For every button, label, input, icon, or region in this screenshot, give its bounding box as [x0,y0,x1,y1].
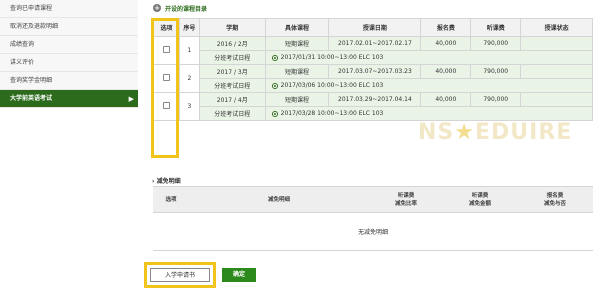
table-header-row: 选项 序号 学期 具体课程 授课日期 报名费 听课费 授课状态 [153,18,593,37]
col-header-discount-detail: 减免明细 [189,186,369,213]
exam-schedule-text: 2017/03/06 10:00~13:00 ELC 103 [280,82,384,89]
col-header-number: 序号 [178,18,200,37]
watermark-logo: NS★EDUIRE [418,120,573,145]
row-checkbox[interactable] [162,74,170,81]
col-header-dates: 授课日期 [328,18,422,37]
col-header-term: 学期 [198,18,266,37]
exam-schedule-text: 2017/03/28 10:00~13:00 ELC 103 [280,110,384,117]
discount-title-text: 减免明细 [156,178,181,185]
col-header-option: 选项 [153,186,189,213]
col-header-tuition-discount-rate: 听课费 减免比率 [369,186,443,213]
sidebar-item-label: 大学前英语考试 [10,95,53,102]
main-content: + 开设的课程目录 选项 序号 学期 具体课程 授课日期 报名费 听课费 授课状… [148,0,598,294]
sidebar-item-applied-courses[interactable]: 查询已申请课程 [0,0,138,18]
row-status [520,36,593,51]
exam-schedule-label: 分班考试日程 [198,106,266,121]
row-course: 短期课程 [264,36,330,51]
row-course: 短期课程 [264,64,330,79]
row-reg-fee: 40,000 [420,36,472,51]
table-row: 无减免明细 [153,212,593,251]
row-number: 3 [178,92,200,121]
table-row: 1 2016 / 2月 短期课程 2017.02.01~2017.02.17 4… [153,36,593,65]
col-header-status: 授课状态 [520,18,593,37]
application-form-button[interactable]: 入学申请书 [150,268,210,282]
confirm-button[interactable]: 确定 [222,268,256,282]
row-term: 2016 / 2月 [198,36,266,51]
row-number: 1 [178,36,200,65]
row-checkbox[interactable] [162,46,170,53]
row-reg-fee: 40,000 [420,64,472,79]
radio-button[interactable] [271,54,278,61]
course-table: 选项 序号 学期 具体课程 授课日期 报名费 听课费 授课状态 1 2016 /… [153,18,594,121]
row-tuition: 790,000 [470,64,522,79]
sidebar-item-grades[interactable]: 成绩查询 [0,36,138,54]
row-course: 短期课程 [264,92,330,107]
table-row: 2 2017 / 3月 短期课程 2017.03.07~2017.03.23 4… [153,64,593,93]
discount-table: 选项 减免明细 听课费 减免比率 听课费 减免金额 报名费 减免与否 无减免明细 [153,186,593,251]
row-term: 2017 / 3月 [198,64,266,79]
row-select-cell [153,64,180,93]
sidebar: 查询已申请课程 取消还及退款明细 成绩查询 讲义评价 查询奖学金明细 大学前英语… [0,0,138,294]
row-status [520,64,593,79]
action-bar: 入学申请书 确定 [144,262,390,288]
row-tuition: 790,000 [470,92,522,107]
row-number: 2 [178,64,200,93]
sidebar-item-lecture-evaluation[interactable]: 讲义评价 [0,54,138,72]
row-reg-fee: 40,000 [420,92,472,107]
section-title: 开设的课程目录 [165,5,208,13]
row-select-cell [153,92,180,121]
table-row: 3 2017 / 4月 短期课程 2017.03.29~2017.04.14 4… [153,92,593,121]
exam-schedule-text: 2017/01/31 10:00~13:00 ELC 103 [280,54,384,61]
chevron-right-icon: › [152,178,155,185]
col-header-reg-fee: 报名费 [420,18,472,37]
exam-schedule-row: 分班考试日程 2017/03/28 10:00~13:00 ELC 103 [154,106,594,121]
sidebar-item-pre-university-english-exam[interactable]: 大学前英语考试 ▶ [0,90,138,108]
row-tuition: 790,000 [470,36,522,51]
col-header-course: 具体课程 [264,18,330,37]
row-checkbox[interactable] [162,102,170,109]
chevron-right-icon: ▶ [128,95,134,103]
sidebar-item-scholarship[interactable]: 查询奖学金明细 [0,72,138,90]
table-header-row: 选项 减免明细 听课费 减免比率 听课费 减免金额 报名费 减免与否 [153,186,593,213]
exam-schedule-option[interactable]: 2017/01/31 10:00~13:00 ELC 103 [264,50,594,65]
col-header-reg-fee-waiver: 报名费 减免与否 [517,186,593,213]
radio-button[interactable] [271,82,278,89]
sidebar-item-cancellation-refund[interactable]: 取消还及退款明细 [0,18,138,36]
exam-schedule-option[interactable]: 2017/03/06 10:00~13:00 ELC 103 [264,78,594,93]
row-term: 2017 / 4月 [198,92,266,107]
exam-schedule-row: 分班考试日程 2017/03/06 10:00~13:00 ELC 103 [154,78,594,93]
section-header: + 开设的课程目录 [153,3,207,13]
row-select-cell [153,36,180,65]
col-header-tuition: 听课费 [470,18,522,37]
exam-schedule-option[interactable]: 2017/03/28 10:00~13:00 ELC 103 [264,106,594,121]
row-status [520,92,593,107]
col-header-tuition-discount-amount: 听课费 减免金额 [443,186,517,213]
plus-circle-icon[interactable]: + [153,4,161,12]
exam-schedule-row: 分班考试日程 2017/01/31 10:00~13:00 ELC 103 [154,50,594,65]
row-dates: 2017.02.01~2017.02.17 [328,36,422,51]
exam-schedule-label: 分班考试日程 [198,78,266,93]
exam-schedule-label: 分班考试日程 [198,50,266,65]
row-dates: 2017.03.07~2017.03.23 [328,64,422,79]
empty-state-text: 无减免明细 [153,212,593,251]
col-header-option: 选项 [153,18,180,37]
row-dates: 2017.03.29~2017.04.14 [328,92,422,107]
radio-button[interactable] [271,110,278,117]
discount-section-title: › 减免明细 [152,176,181,185]
